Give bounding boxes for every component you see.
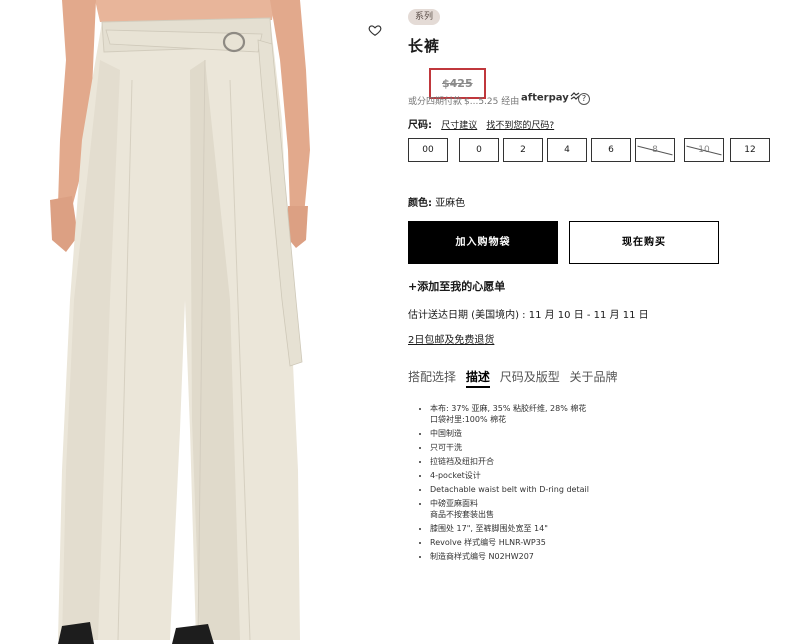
size-option-6[interactable]: 6: [591, 138, 631, 162]
buy-now-button[interactable]: 现在购买: [569, 221, 719, 264]
product-tabs: 搭配选择 描述 尺码及版型 关于品牌: [408, 368, 624, 388]
add-to-wishlist-link[interactable]: +添加至我的心愿单: [408, 278, 505, 294]
list-item: Revolve 样式编号 HLNR-WP35: [430, 537, 749, 548]
size-option-00[interactable]: 00: [408, 138, 448, 162]
afterpay-label: afterpay: [521, 92, 569, 104]
list-item: 只可干洗: [430, 442, 749, 453]
size-guide-link[interactable]: 尺寸建议: [441, 121, 477, 131]
description-list: 本布: 37% 亚麻, 35% 粘胶纤维, 28% 棉花口袋衬里:100% 棉花…: [419, 403, 749, 565]
list-item: 中国制造: [430, 428, 749, 439]
list-item: 本布: 37% 亚麻, 35% 粘胶纤维, 28% 棉花口袋衬里:100% 棉花: [430, 403, 749, 425]
collection-tag[interactable]: 系列: [408, 9, 441, 25]
add-to-cart-button[interactable]: 加入购物袋: [408, 221, 558, 264]
tab-styling[interactable]: 搭配选择: [408, 368, 456, 385]
product-price: $425: [442, 77, 473, 90]
tab-description[interactable]: 描述: [465, 368, 490, 388]
afterpay-logo[interactable]: afterpay: [521, 92, 580, 104]
color-value: 亚麻色: [435, 198, 466, 209]
product-title: 长裤: [408, 37, 441, 55]
tab-about-brand[interactable]: 关于品牌: [570, 368, 618, 385]
list-item: Detachable waist belt with D-ring detail: [430, 484, 749, 495]
list-item: 拉链裆及纽扣开合: [430, 456, 749, 467]
size-option-2[interactable]: 2: [503, 138, 543, 162]
size-missing-link[interactable]: 找不到您的尺码?: [486, 121, 554, 131]
size-options: 00 0 2 4 6 8 10 12: [408, 138, 772, 162]
size-option-4[interactable]: 4: [547, 138, 587, 162]
free-returns-link[interactable]: 2日包邮及免费退货: [408, 331, 494, 346]
heart-icon[interactable]: [368, 22, 382, 36]
product-image: [0, 0, 360, 644]
size-option-12[interactable]: 12: [730, 138, 770, 162]
list-item: 中磅亚麻面料商品不按套装出售: [430, 498, 749, 520]
installment-amount: $...5.25 经由: [464, 97, 520, 107]
size-label: 尺码:: [408, 120, 432, 131]
delivery-estimate: 估计送达日期 (美国境内) : 11 月 10 日 - 11 月 11 日: [408, 310, 649, 321]
list-item: 制造商样式编号 N02HW207: [430, 551, 749, 562]
trousers-illustration: [50, 0, 310, 644]
color-row: 颜色: 亚麻色: [408, 194, 465, 209]
list-item: 膝围处 17", 至裤脚围处宽至 14": [430, 523, 749, 534]
size-option-10-unavailable[interactable]: 10: [684, 138, 724, 162]
size-option-8-unavailable[interactable]: 8: [635, 138, 675, 162]
size-option-0[interactable]: 0: [459, 138, 499, 162]
installment-info: 或分四期付款 $...5.25 经由: [408, 94, 519, 107]
color-label: 颜色:: [408, 198, 432, 209]
list-item: 4-pocket设计: [430, 470, 749, 481]
help-circle-icon[interactable]: ?: [578, 93, 590, 105]
tab-size-fit[interactable]: 尺码及版型: [500, 368, 560, 385]
installment-text: 或分四期付款: [408, 97, 463, 107]
size-header: 尺码: 尺寸建议 找不到您的尺码?: [408, 116, 554, 131]
